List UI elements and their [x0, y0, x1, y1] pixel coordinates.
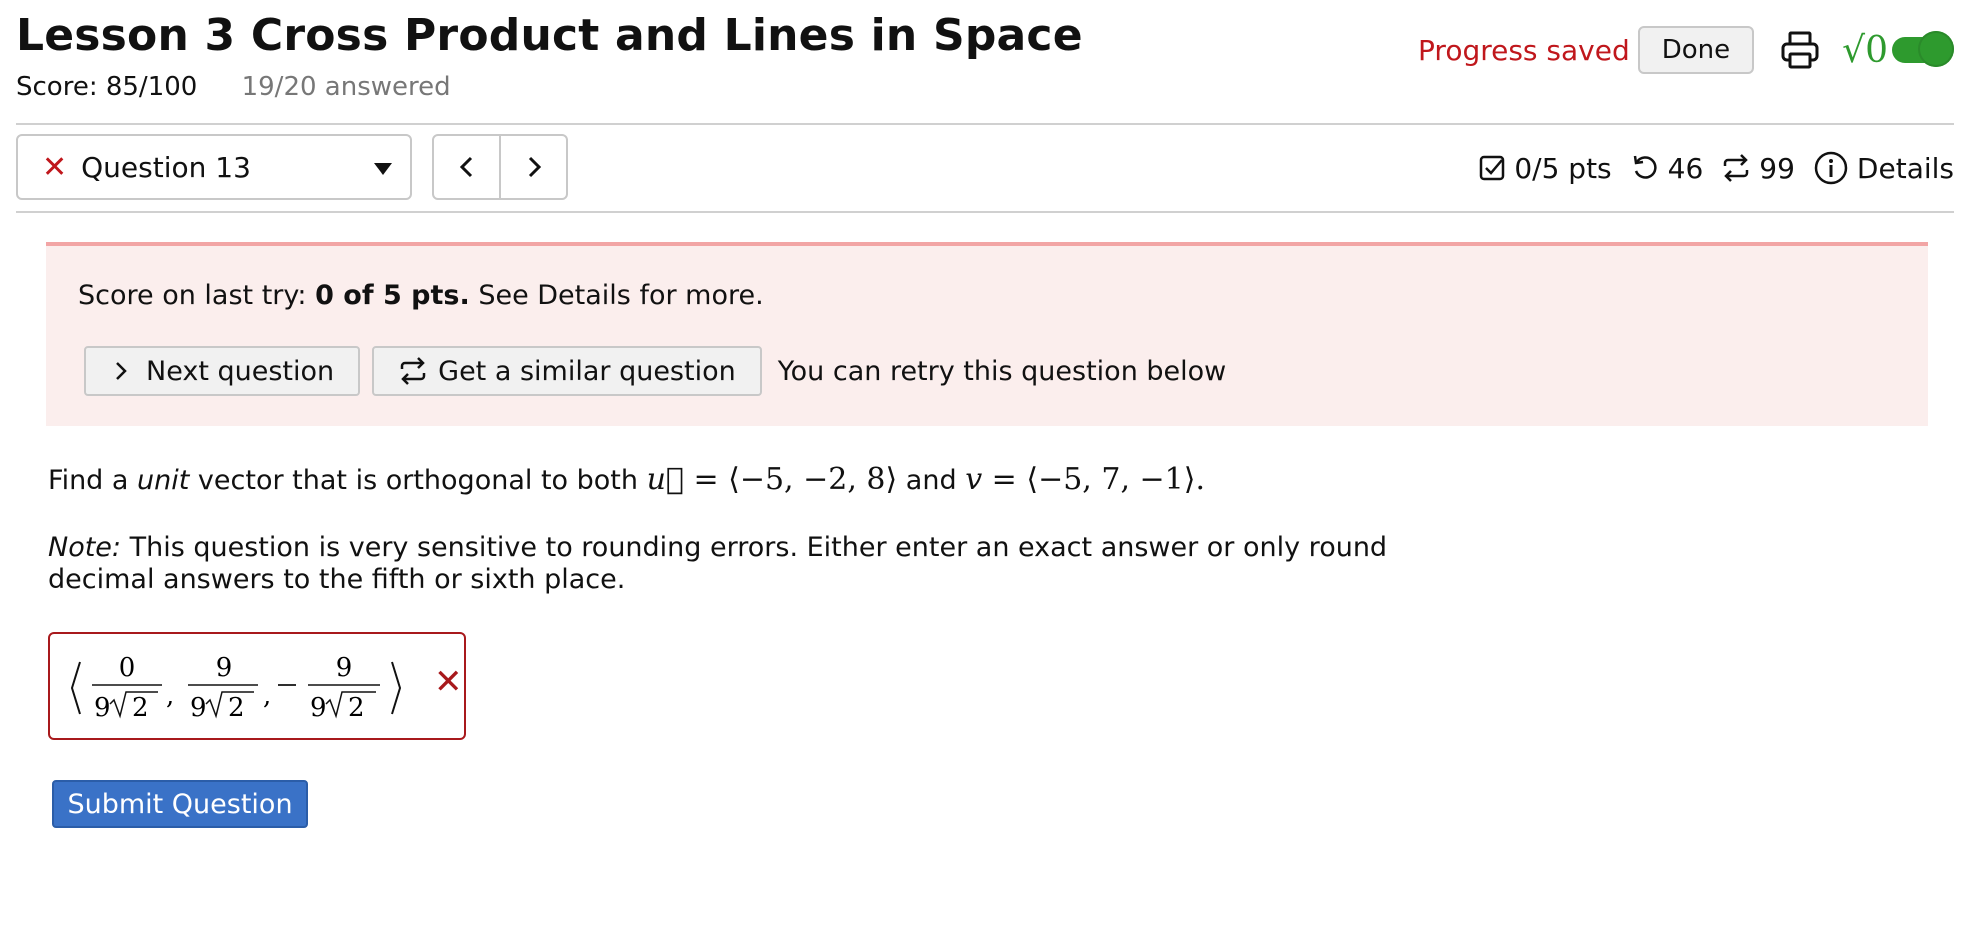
note-label: Note:	[48, 532, 122, 563]
similar-question-label: Get a similar question	[438, 355, 736, 387]
question-text: Find a unit vector that is orthogonal to…	[48, 462, 1205, 497]
chevron-right-icon	[528, 156, 541, 178]
submit-question-button[interactable]: Submit Question	[52, 780, 308, 828]
fraction-den-coef: 9	[310, 693, 327, 723]
next-question-button[interactable]: Next question	[84, 346, 361, 396]
question-selector[interactable]: ✕ Question 13	[16, 134, 412, 200]
progress-saved-status: Progress saved	[1418, 33, 1630, 67]
fraction-den-radicand: 2	[228, 693, 245, 723]
next-question-arrow-button[interactable]	[499, 136, 566, 198]
answer-math: 0 9 2 , 9 9 2 , 9 9 2	[70, 653, 402, 723]
vector-v-value: ⟨−5, 7, −1⟩.	[1026, 462, 1205, 497]
question-text-part: and	[897, 465, 966, 496]
last-try-message: Score on last try: 0 of 5 pts. See Detai…	[78, 280, 764, 311]
question-selector-label: Question 13	[81, 150, 251, 184]
incorrect-x-icon: ✕	[42, 149, 68, 185]
fraction-numerator: 9	[336, 653, 353, 683]
question-meta: 0/5 pts 46 99 Details	[1460, 150, 1954, 186]
attempts-info: 46	[1630, 151, 1704, 185]
chevron-left-icon	[459, 156, 472, 178]
print-icon[interactable]	[1778, 28, 1822, 72]
points-info: 0/5 pts	[1478, 151, 1612, 185]
versions-count: 99	[1759, 151, 1795, 185]
checkbox-icon	[1480, 155, 1505, 181]
details-link[interactable]: Details	[1813, 150, 1954, 186]
divider	[16, 211, 1954, 213]
comma: ,	[166, 681, 174, 711]
question-text-part: Find a	[48, 465, 138, 496]
fraction-den-coef: 9	[190, 693, 207, 723]
fraction-numerator: 0	[119, 653, 136, 683]
chevron-down-icon	[374, 163, 392, 175]
question-note: Note: This question is very sensitive to…	[48, 532, 1468, 596]
last-try-prefix: Score on last try:	[78, 280, 316, 311]
retry-text: You can retry this question below	[777, 355, 1227, 387]
toggle-switch[interactable]	[1892, 31, 1954, 67]
versions-info: 99	[1721, 152, 1795, 185]
page-title: Lesson 3 Cross Product and Lines in Spac…	[16, 10, 1083, 61]
math-keyboard-toggle[interactable]: √0	[1842, 29, 1954, 71]
question-text-part: vector that is orthogonal to both	[189, 465, 647, 496]
repeat-icon	[400, 357, 426, 385]
note-text: This question is very sensitive to round…	[48, 532, 1388, 595]
square-root-icon: √0	[1842, 29, 1888, 71]
undo-icon	[1633, 155, 1657, 179]
attempts-count: 46	[1667, 151, 1704, 185]
question-emphasis: unit	[137, 465, 190, 496]
repeat-icon	[1724, 154, 1749, 182]
alert-actions: Next question Get a similar question You…	[84, 346, 1226, 396]
answer-input[interactable]: 0 9 2 , 9 9 2 , 9 9 2 ✕	[48, 632, 466, 740]
fraction-den-radicand: 2	[132, 693, 149, 723]
vector-u-value: ⟨−5, −2, 8⟩	[728, 462, 898, 497]
last-try-alert: Score on last try: 0 of 5 pts. See Detai…	[46, 242, 1928, 426]
details-label: Details	[1856, 151, 1954, 185]
next-question-label: Next question	[146, 355, 335, 387]
last-try-suffix: See Details for more.	[469, 280, 764, 311]
similar-question-button[interactable]: Get a similar question	[372, 346, 762, 396]
divider	[16, 123, 1954, 125]
points-text: 0/5 pts	[1514, 151, 1612, 185]
fraction-den-radicand: 2	[348, 693, 365, 723]
score-text: Score: 85/100	[16, 72, 198, 102]
question-pager	[432, 134, 568, 200]
info-icon	[1814, 151, 1848, 185]
previous-question-button[interactable]	[434, 136, 499, 198]
chevron-right-icon	[116, 362, 127, 380]
header-actions: Progress saved Done √0	[1418, 26, 1954, 74]
fraction-numerator: 9	[216, 653, 233, 683]
answered-count: 19/20 answered	[241, 72, 451, 102]
last-try-score: 0 of 5 pts.	[315, 280, 470, 311]
fraction-den-coef: 9	[94, 693, 111, 723]
incorrect-x-icon: ✕	[434, 662, 463, 702]
score-summary: Score: 85/100 19/20 answered	[16, 72, 451, 102]
vector-u: u⃗ = ⟨−5, −2, 8⟩	[646, 462, 898, 497]
done-button[interactable]: Done	[1637, 26, 1755, 74]
comma: ,	[263, 681, 271, 711]
vector-v: v = ⟨−5, 7, −1⟩.	[965, 462, 1205, 497]
